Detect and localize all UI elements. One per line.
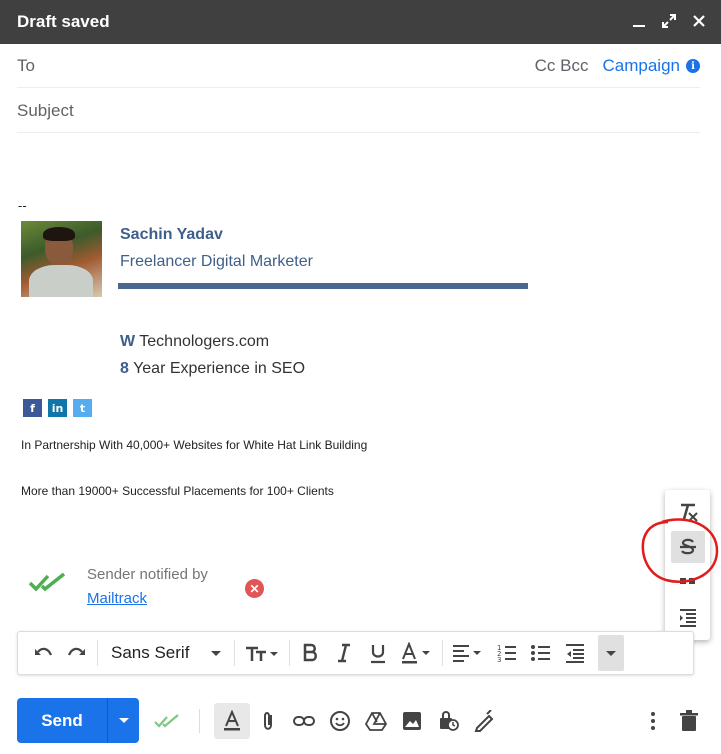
- window-title: Draft saved: [17, 12, 110, 31]
- remove-mailtrack-icon[interactable]: ✕: [245, 579, 264, 598]
- facebook-icon[interactable]: f: [23, 399, 42, 417]
- signature-name: Sachin Yadav: [120, 226, 223, 243]
- confidential-mode-icon[interactable]: [430, 703, 466, 739]
- signature-website: W Technologers.com: [120, 333, 269, 351]
- drive-icon[interactable]: [358, 703, 394, 739]
- compose-bottom-bar: Send: [17, 698, 707, 743]
- linkedin-icon[interactable]: in: [48, 399, 67, 417]
- partnership-text: In Partnership With 40,000+ Websites for…: [21, 438, 368, 452]
- attach-icon[interactable]: [250, 703, 286, 739]
- signature-photo: [21, 221, 102, 297]
- compose-title-bar: Draft saved: [0, 0, 721, 44]
- emoji-icon[interactable]: [322, 703, 358, 739]
- remove-formatting-icon[interactable]: [671, 496, 705, 528]
- indent-less-icon[interactable]: [558, 636, 592, 670]
- mailtrack-toggle-icon[interactable]: [149, 703, 185, 739]
- subject-placeholder: Subject: [17, 100, 74, 120]
- info-icon[interactable]: i: [686, 59, 700, 73]
- chevron-down-icon: [118, 718, 129, 723]
- more-formatting-menu: [665, 490, 710, 640]
- bold-icon[interactable]: [293, 636, 327, 670]
- svg-text:3: 3: [497, 656, 501, 664]
- website-prefix: W: [120, 333, 136, 350]
- signature-separator: --: [18, 198, 27, 213]
- text-size-icon[interactable]: [238, 636, 286, 670]
- font-selector[interactable]: Sans Serif: [101, 643, 231, 663]
- signature-experience: 8 Year Experience in SEO: [120, 360, 305, 378]
- underline-icon[interactable]: [361, 636, 395, 670]
- campaign-label: Campaign: [602, 56, 681, 75]
- twitter-icon[interactable]: t: [73, 399, 92, 417]
- send-options-button[interactable]: [107, 698, 139, 743]
- undo-icon[interactable]: [26, 636, 60, 670]
- subject-field[interactable]: Subject: [17, 89, 700, 133]
- close-icon[interactable]: [691, 10, 707, 32]
- website-text: Technologers.com: [139, 333, 270, 350]
- minimize-icon[interactable]: [631, 10, 647, 32]
- campaign-link[interactable]: Campaign i: [602, 56, 700, 76]
- to-field[interactable]: To Cc Bcc Campaign i: [17, 44, 700, 88]
- mailtrack-text: Sender notified by: [87, 566, 208, 583]
- align-icon[interactable]: [446, 636, 490, 670]
- font-name: Sans Serif: [111, 643, 190, 662]
- mailtrack-link[interactable]: Mailtrack: [87, 590, 147, 607]
- expand-icon[interactable]: [661, 10, 677, 32]
- indent-more-icon[interactable]: [671, 601, 705, 633]
- more-options-icon[interactable]: [635, 703, 671, 739]
- experience-prefix: 8: [120, 360, 129, 377]
- placements-text: More than 19000+ Successful Placements f…: [21, 484, 334, 498]
- signature-role: Freelancer Digital Marketer: [120, 253, 313, 270]
- photo-icon[interactable]: [394, 703, 430, 739]
- chevron-down-icon: [211, 650, 222, 656]
- chevron-down-icon: [606, 650, 617, 656]
- discard-draft-icon[interactable]: [671, 703, 707, 739]
- formatting-toolbar: Sans Serif 123: [17, 631, 694, 675]
- quote-icon[interactable]: [671, 566, 705, 598]
- redo-icon[interactable]: [60, 636, 94, 670]
- experience-text: Year Experience in SEO: [133, 360, 306, 377]
- double-check-icon: [28, 572, 66, 592]
- numbered-list-icon[interactable]: 123: [490, 636, 524, 670]
- strikethrough-icon[interactable]: [671, 531, 705, 563]
- social-links: f in t: [23, 399, 92, 417]
- to-label: To: [17, 55, 35, 75]
- more-formatting-button[interactable]: [598, 635, 625, 671]
- signature-divider: [118, 283, 528, 289]
- send-button[interactable]: Send: [17, 698, 107, 743]
- formatting-options-icon[interactable]: [214, 702, 250, 739]
- bulleted-list-icon[interactable]: [524, 636, 558, 670]
- text-color-icon[interactable]: [395, 636, 439, 670]
- link-icon[interactable]: [286, 703, 322, 739]
- signature-icon[interactable]: [466, 703, 502, 739]
- cc-bcc-link[interactable]: Cc Bcc: [535, 56, 589, 76]
- italic-icon[interactable]: [327, 636, 361, 670]
